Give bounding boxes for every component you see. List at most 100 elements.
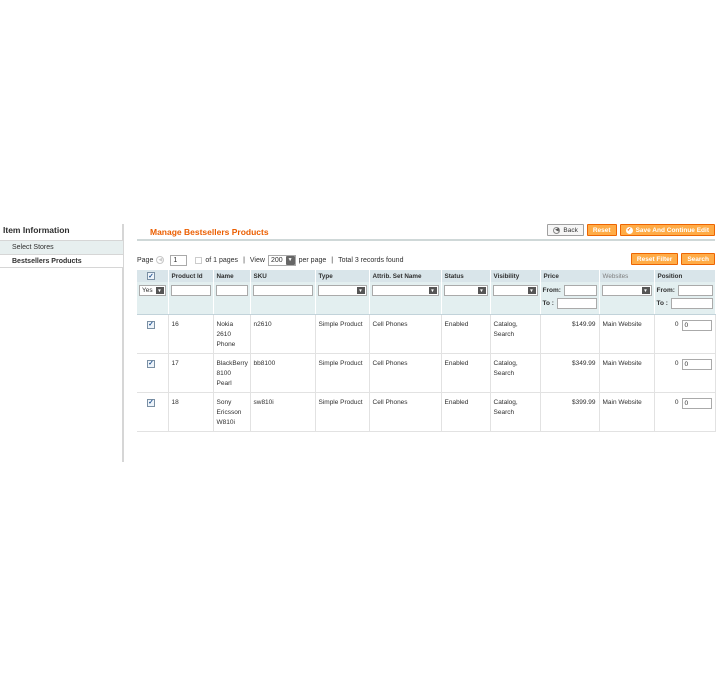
save-continue-button[interactable]: ✓ Save And Continue Edit: [619, 224, 715, 236]
filter-price-from-input[interactable]: [563, 285, 597, 296]
check-icon[interactable]: ✓: [147, 320, 155, 329]
pager-separator: |: [331, 256, 334, 264]
cell-attrib-set: Cell Phones: [369, 314, 442, 354]
filter-cell: From: To :: [540, 282, 600, 315]
filter-cell: [168, 282, 214, 315]
header-name[interactable]: Name: [213, 270, 251, 282]
total-records: Total 3 records found: [338, 256, 404, 264]
sidebar-item-select-stores[interactable]: Select Stores: [0, 240, 123, 254]
search-button[interactable]: Search: [681, 253, 715, 265]
header-product-id[interactable]: Product Id: [168, 270, 214, 282]
cell-status: Enabled: [441, 353, 491, 393]
cell-attrib-set: Cell Phones: [369, 353, 442, 393]
pager-separator: |: [243, 256, 245, 264]
filter-visibility-select[interactable]: ▼: [492, 285, 538, 296]
prev-page-icon[interactable]: ◀: [156, 256, 165, 264]
filter-sku-input[interactable]: [252, 285, 313, 296]
cell-websites: Main Website: [599, 353, 655, 393]
to-label: To :: [656, 300, 668, 307]
dropdown-arrow-icon: ▼: [155, 287, 164, 294]
table-row[interactable]: ✓ 18 Sony Ericsson W810i sw810i Simple P…: [137, 392, 716, 432]
position-value: 0: [674, 399, 679, 406]
cell-position: 00: [654, 314, 716, 354]
sidebar-item-bestsellers-products[interactable]: Bestsellers Products: [0, 254, 123, 268]
header-sku[interactable]: SKU: [250, 270, 316, 282]
cell-websites: Main Website: [599, 314, 655, 354]
position-input[interactable]: 0: [681, 359, 712, 370]
filter-attrib-set-select[interactable]: ▼: [371, 285, 439, 296]
cell-status: Enabled: [441, 314, 491, 354]
cell-visibility: Catalog, Search: [490, 314, 541, 354]
row-select-cell[interactable]: ✓: [137, 392, 169, 432]
filter-position-to-input[interactable]: [670, 298, 713, 309]
cell-websites: Main Website: [599, 392, 655, 432]
position-wrap: 00: [658, 398, 712, 409]
cell-type: Simple Product: [315, 353, 370, 393]
per-page-select[interactable]: 200 ▼: [267, 254, 296, 266]
filter-cell: [213, 282, 251, 315]
filter-websites-select[interactable]: ▼: [601, 285, 652, 296]
filter-cell: Yes ▼: [137, 282, 169, 315]
filter-cell: ▼: [315, 282, 370, 315]
check-icon[interactable]: ✓: [147, 272, 155, 280]
header-visibility[interactable]: Visibility: [490, 270, 541, 282]
dropdown-arrow-icon: ▼: [428, 287, 437, 294]
cell-sku: n2610: [250, 314, 316, 354]
filter-product-id-input[interactable]: [170, 285, 211, 296]
back-button-label: Back: [563, 226, 578, 234]
cell-type: Simple Product: [315, 392, 370, 432]
cell-price: $149.99: [540, 314, 600, 354]
content-header: Manage Bestsellers Products ◀ Back Reset…: [137, 222, 715, 241]
from-label: From:: [656, 287, 675, 294]
filter-cell: ▼: [369, 282, 442, 315]
filter-type-select[interactable]: ▼: [317, 285, 367, 296]
row-select-cell[interactable]: ✓: [137, 353, 169, 393]
filter-price-to-input[interactable]: [556, 298, 597, 309]
header-attrib-set[interactable]: Attrib. Set Name: [369, 270, 442, 282]
cell-sku: bb8100: [250, 353, 316, 393]
dropdown-arrow-icon: ▼: [641, 287, 650, 294]
row-select-cell[interactable]: ✓: [137, 314, 169, 354]
reset-button[interactable]: Reset: [586, 224, 617, 236]
header-position[interactable]: Position: [654, 270, 716, 282]
products-grid: ✓ Product Id Name SKU Type Attrib. Set N…: [137, 270, 716, 432]
filter-cell: ▼: [441, 282, 491, 315]
cell-position: 00: [654, 353, 716, 393]
next-page-icon[interactable]: [195, 256, 203, 264]
filter-in-products-select[interactable]: Yes ▼: [139, 285, 166, 296]
cell-product-id: 17: [168, 353, 214, 393]
position-input[interactable]: 0: [681, 320, 712, 331]
grid-header-row: ✓ Product Id Name SKU Type Attrib. Set N…: [137, 270, 716, 282]
reset-filter-button[interactable]: Reset Filter: [630, 253, 679, 265]
position-wrap: 00: [658, 320, 712, 331]
header-status[interactable]: Status: [441, 270, 491, 282]
cell-position: 00: [654, 392, 716, 432]
position-wrap: 00: [658, 359, 712, 370]
save-continue-label: Save And Continue Edit: [635, 226, 709, 234]
header-type[interactable]: Type: [315, 270, 370, 282]
of-pages-text: of 1 pages: [205, 256, 239, 264]
filter-cell: [250, 282, 316, 315]
position-input[interactable]: 0: [681, 398, 712, 409]
check-icon[interactable]: ✓: [147, 398, 155, 407]
cell-type: Simple Product: [315, 314, 370, 354]
dropdown-arrow-icon: ▼: [285, 255, 295, 265]
page-label: Page: [137, 256, 154, 264]
reset-button-label: Reset: [592, 226, 611, 234]
view-label: View: [249, 256, 265, 264]
filter-name-input[interactable]: [215, 285, 248, 296]
filter-buttons: Reset Filter Search: [630, 253, 715, 265]
back-button[interactable]: ◀ Back: [547, 224, 584, 236]
check-icon[interactable]: ✓: [147, 359, 155, 368]
filter-position-from-input[interactable]: [677, 285, 713, 296]
cell-attrib-set: Cell Phones: [369, 392, 442, 432]
table-row[interactable]: ✓ 17 BlackBerry 8100 Pearl bb8100 Simple…: [137, 353, 716, 393]
header-select-all[interactable]: ✓: [137, 270, 169, 282]
page-input[interactable]: 1: [170, 254, 188, 266]
cell-product-id: 18: [168, 392, 214, 432]
header-price[interactable]: Price: [540, 270, 600, 282]
table-row[interactable]: ✓ 16 Nokia 2610 Phone n2610 Simple Produ…: [137, 314, 716, 354]
filter-status-select[interactable]: ▼: [443, 285, 488, 296]
pager: Page ◀ 1 of 1 pages | View 200 ▼ per pag…: [137, 250, 715, 270]
dropdown-arrow-icon: ▼: [477, 287, 486, 294]
